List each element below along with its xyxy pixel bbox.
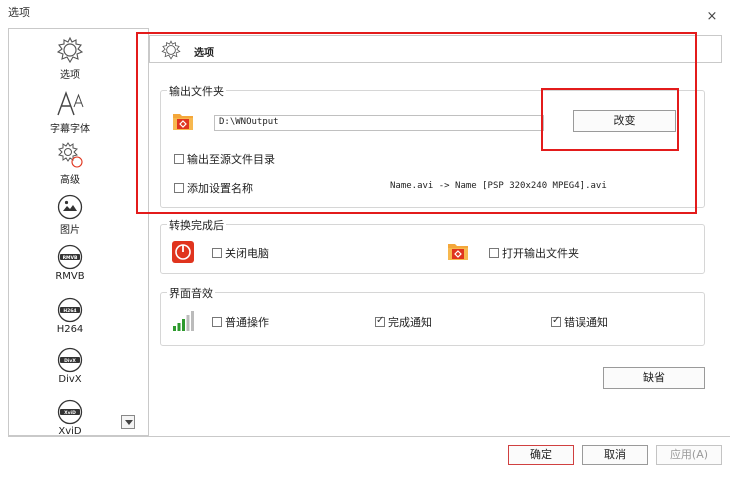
ok-button[interactable]: 确定 [508,445,574,465]
font-icon [57,90,84,116]
rename-example: Name.avi -> Name [PSP 320x240 MPEG4].avi [390,181,607,191]
shutdown-checkbox[interactable]: 关闭电脑 [212,245,269,261]
checkbox-box[interactable] [551,315,561,327]
sidebar-item-label: RMVB [55,271,85,282]
group-title: 输出文件夹 [167,83,226,99]
sidebar-item-label: 选项 [60,70,80,81]
divider [8,436,730,437]
power-icon [172,241,194,263]
sidebar-item-image[interactable]: 图片 [9,194,131,236]
window-title: 选项 [8,6,30,19]
sidebar-scroll-down-button[interactable] [121,415,135,429]
checkbox-label: 关闭电脑 [225,247,269,260]
checkbox-box[interactable] [212,317,222,327]
checkbox-box[interactable] [489,248,499,258]
sound-done-checkbox[interactable]: 完成通知 [375,314,432,330]
rmvb-icon: RMVB [57,244,83,270]
checkbox-label: 添加设置名称 [187,182,253,195]
sidebar: 选项 字幕字体 高级 图片 RMVB RMVB H264 H264 DivX D… [8,28,149,436]
sound-normal-checkbox[interactable]: 普通操作 [212,314,269,330]
output-path-field[interactable]: D:\WNOutput [214,115,544,131]
sidebar-item-options[interactable]: 选项 [9,35,131,81]
svg-text:RMVB: RMVB [63,255,78,261]
gear-icon [56,36,84,64]
image-icon [57,194,83,220]
checkbox-label: 输出至源文件目录 [187,153,275,166]
checkbox-label: 普通操作 [225,316,269,329]
divx-icon: DivX [57,347,83,373]
open-output-folder-checkbox[interactable]: 打开输出文件夹 [489,245,579,261]
group-title: 界面音效 [167,285,215,301]
group-title: 转换完成后 [167,217,226,233]
checkbox-box[interactable] [174,154,184,164]
page-title: 选项 [194,48,214,59]
advanced-gear-icon [58,142,83,168]
checkbox-box[interactable] [174,183,184,193]
change-folder-button[interactable]: 改变 [573,110,676,132]
sidebar-item-label: DivX [58,374,82,385]
volume-bars-icon [173,311,194,331]
checkbox-label: 错误通知 [564,316,608,329]
default-button[interactable]: 缺省 [603,367,705,389]
add-setting-name-checkbox[interactable]: 添加设置名称 [174,180,253,196]
sidebar-item-label: 字幕字体 [50,124,90,135]
sidebar-item-advanced[interactable]: 高级 [9,140,131,186]
sound-error-checkbox[interactable]: 错误通知 [551,314,608,330]
sidebar-item-label: XviD [58,426,82,436]
output-to-source-checkbox[interactable]: 输出至源文件目录 [174,151,275,167]
sidebar-item-subtitle-font[interactable]: 字幕字体 [9,89,131,135]
panel-header: 选项 [149,35,722,63]
xvid-icon: XviD [57,399,83,425]
svg-text:H264: H264 [63,308,76,314]
sidebar-item-label: H264 [56,324,84,335]
h264-icon: H264 [57,297,83,323]
svg-text:DivX: DivX [64,358,76,364]
apply-button[interactable]: 应用(A) [656,445,722,465]
sidebar-item-divx[interactable]: DivX DivX [9,347,131,385]
svg-text:XviD: XviD [64,410,76,416]
sidebar-item-h264[interactable]: H264 H264 [9,297,131,335]
folder-icon[interactable] [172,111,194,131]
sidebar-item-label: 图片 [60,225,80,236]
sidebar-item-label: 高级 [60,175,80,186]
gear-icon [161,40,181,60]
close-icon[interactable]: × [705,10,719,24]
folder-icon [448,244,468,260]
checkbox-label: 打开输出文件夹 [502,247,579,260]
cancel-button[interactable]: 取消 [582,445,648,465]
checkbox-label: 完成通知 [388,316,432,329]
checkbox-box[interactable] [375,315,385,327]
sidebar-item-xvid[interactable]: XviD XviD [9,399,131,436]
checkbox-box[interactable] [212,248,222,258]
sidebar-item-rmvb[interactable]: RMVB RMVB [9,244,131,282]
